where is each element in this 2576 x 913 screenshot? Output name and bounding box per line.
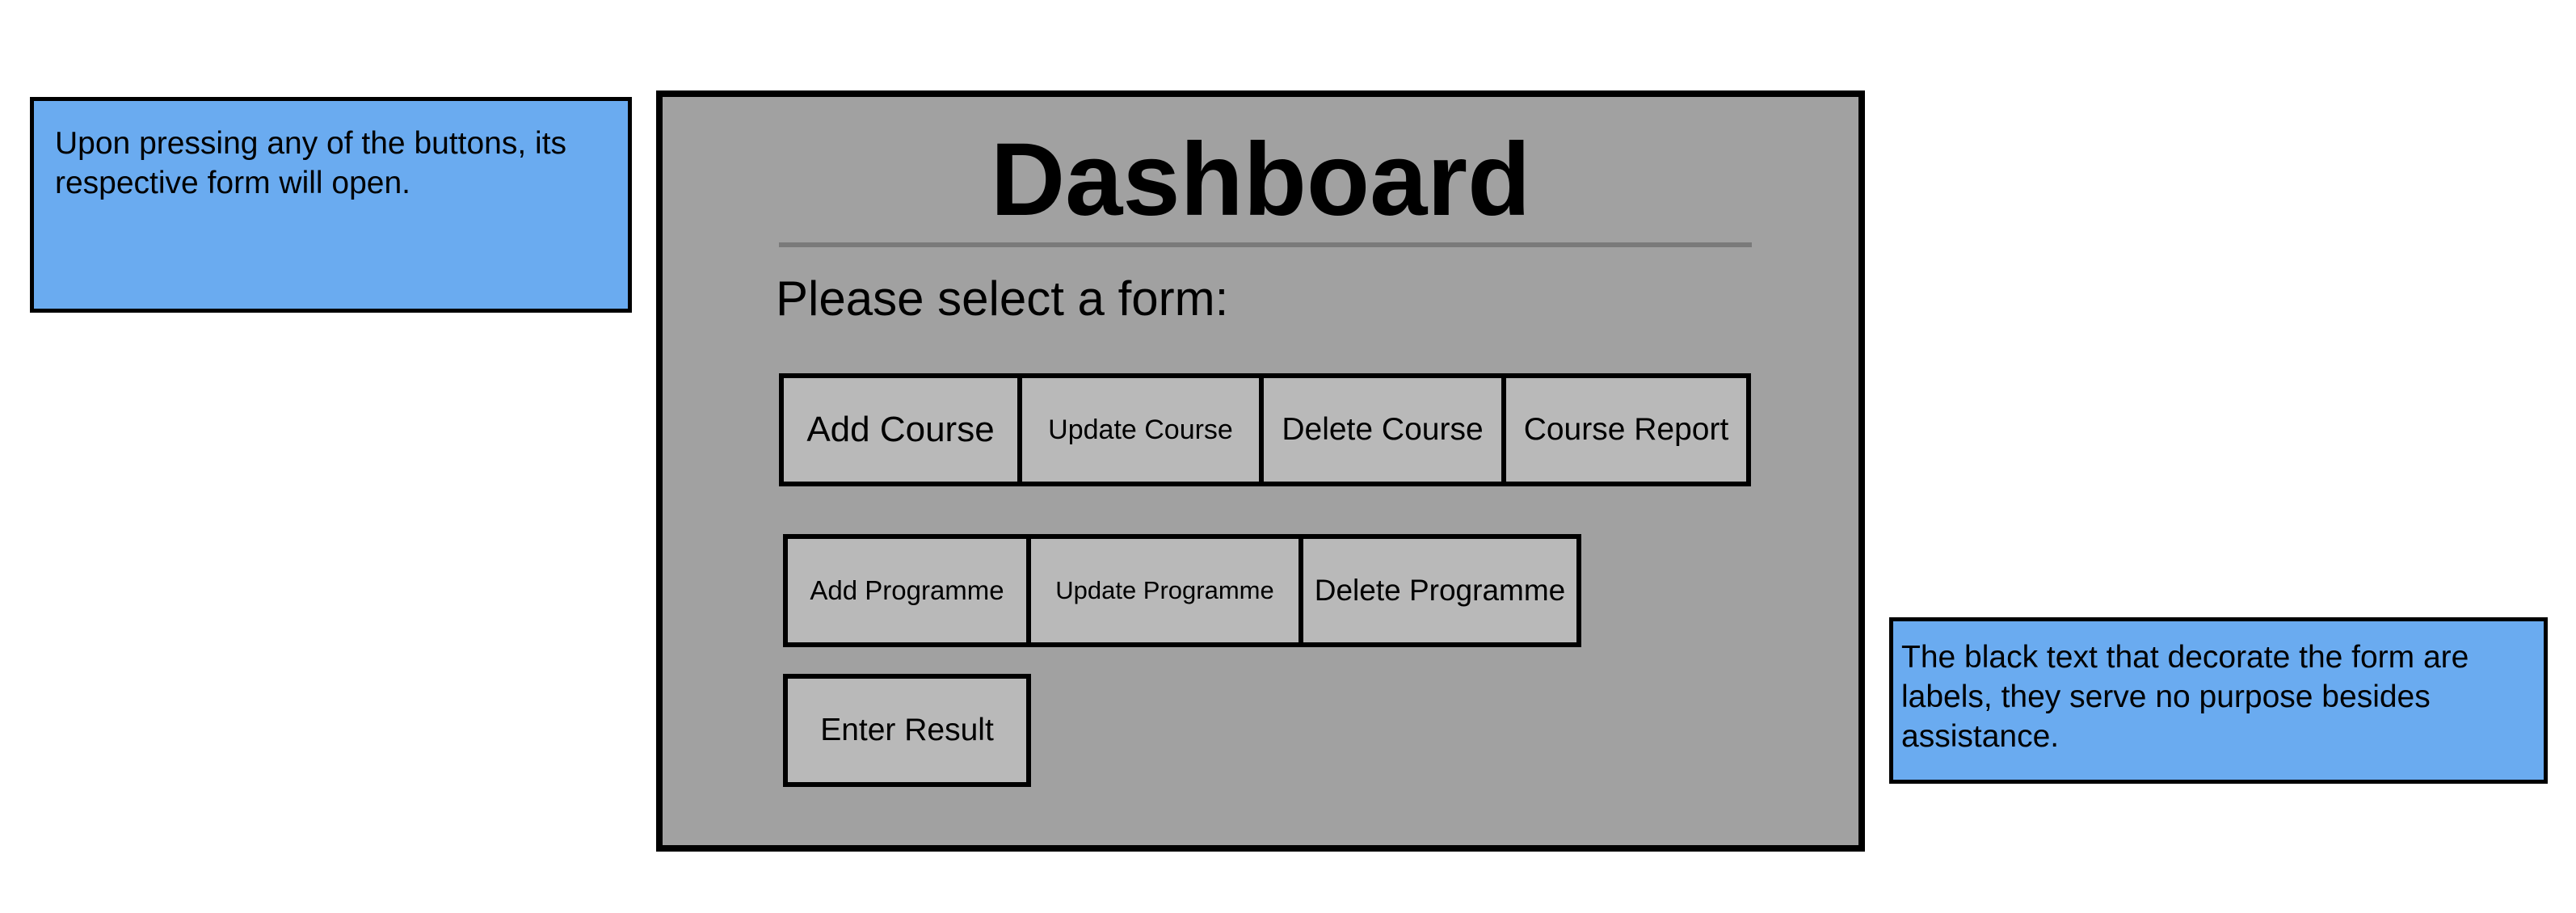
- update-programme-button[interactable]: Update Programme: [1026, 534, 1303, 647]
- wireframe-canvas: Upon pressing any of the buttons, its re…: [0, 0, 2576, 913]
- update-course-button[interactable]: Update Course: [1017, 373, 1264, 486]
- add-course-button[interactable]: Add Course: [779, 373, 1022, 486]
- dashboard-window: Dashboard Please select a form: Add Cour…: [656, 90, 1865, 852]
- annotation-note-labels-text: The black text that decorate the form ar…: [1901, 640, 2469, 754]
- form-select-label: Please select a form:: [776, 271, 1229, 326]
- add-course-button-label: Add Course: [806, 410, 995, 449]
- delete-course-button[interactable]: Delete Course: [1259, 373, 1506, 486]
- delete-course-button-label: Delete Course: [1282, 412, 1484, 447]
- update-programme-button-label: Update Programme: [1055, 576, 1274, 604]
- annotation-note-labels: The black text that decorate the form ar…: [1889, 617, 2548, 784]
- page-title: Dashboard: [990, 122, 1531, 238]
- add-programme-button-label: Add Programme: [810, 575, 1004, 605]
- annotation-note-buttons: Upon pressing any of the buttons, its re…: [30, 97, 632, 313]
- enter-result-button[interactable]: Enter Result: [783, 674, 1031, 787]
- delete-programme-button[interactable]: Delete Programme: [1299, 534, 1581, 647]
- course-report-button-label: Course Report: [1523, 412, 1729, 447]
- annotation-note-buttons-text: Upon pressing any of the buttons, its re…: [55, 126, 567, 200]
- update-course-button-label: Update Course: [1048, 414, 1233, 445]
- add-programme-button[interactable]: Add Programme: [783, 534, 1031, 647]
- course-report-button[interactable]: Course Report: [1501, 373, 1751, 486]
- enter-result-button-label: Enter Result: [820, 713, 994, 747]
- title-divider: [779, 242, 1752, 247]
- delete-programme-button-label: Delete Programme: [1314, 574, 1566, 607]
